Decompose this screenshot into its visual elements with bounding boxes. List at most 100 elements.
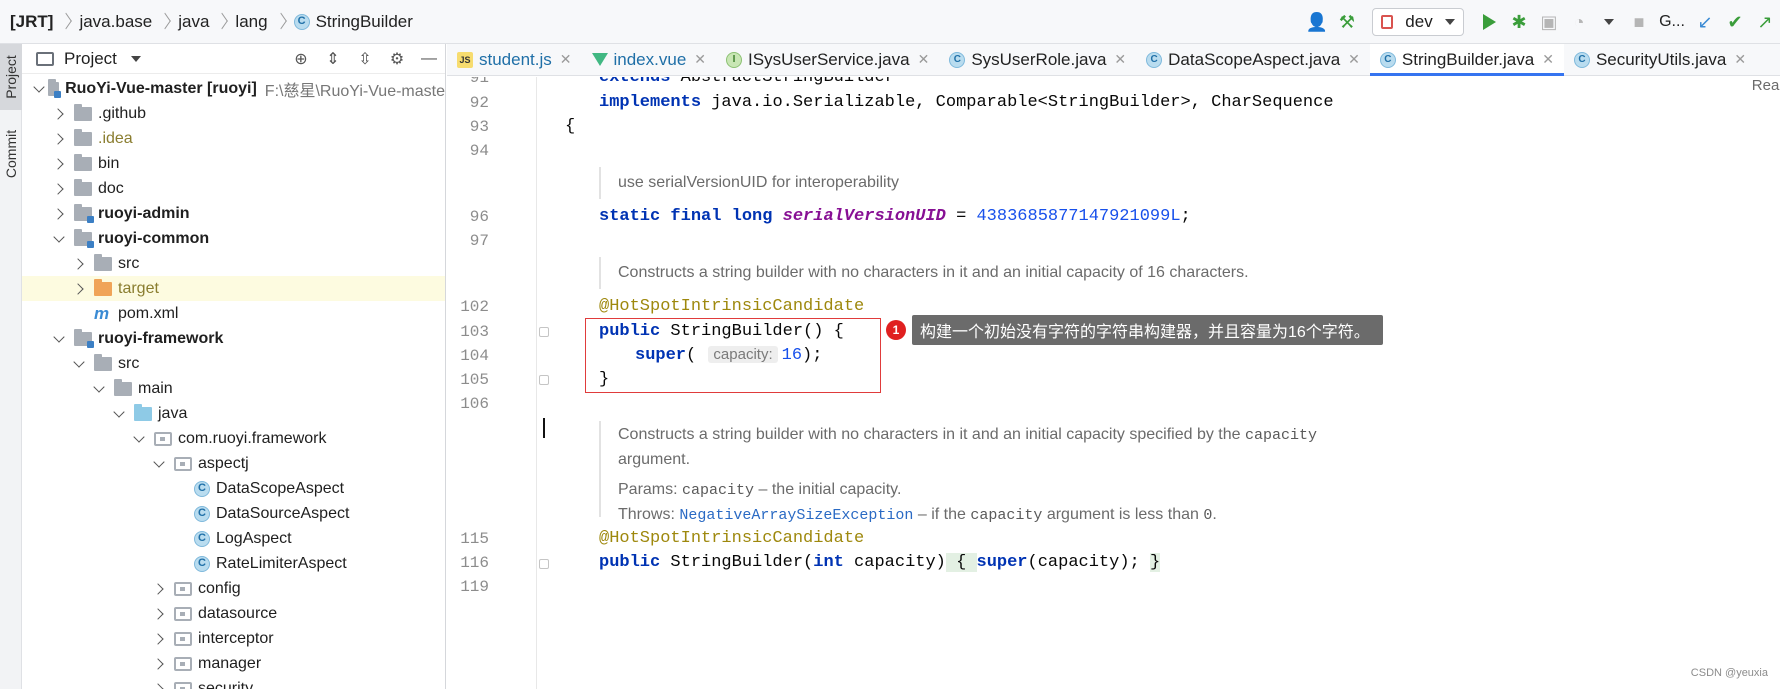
reader-mode-toggle[interactable]: Reade xyxy=(1752,77,1780,94)
tree-node[interactable]: interceptor xyxy=(22,626,445,651)
fold-marker-icon[interactable] xyxy=(539,375,549,385)
tree-node[interactable]: ruoyi-common xyxy=(22,226,445,251)
chevron-down-icon[interactable] xyxy=(52,232,66,246)
tree-node[interactable]: main xyxy=(22,376,445,401)
commit-tool-tab[interactable]: Commit xyxy=(0,116,22,192)
breadcrumb-item-java-base[interactable]: java.base xyxy=(79,12,158,32)
chevron-down-icon[interactable] xyxy=(52,332,66,346)
branch-selector[interactable]: dev xyxy=(1372,8,1464,36)
tree-node[interactable]: C DataSourceAspect xyxy=(22,501,445,526)
chevron-right-icon[interactable] xyxy=(52,132,66,146)
chevron-down-icon[interactable] xyxy=(132,432,146,446)
fold-marker-icon[interactable] xyxy=(539,327,549,337)
tab-sysuserrole[interactable]: C SysUserRole.java ✕ xyxy=(939,44,1136,75)
breadcrumb-item-lang[interactable]: lang xyxy=(235,12,273,32)
doc-link[interactable]: NegativeArraySizeException xyxy=(679,507,913,524)
tree-node[interactable]: src xyxy=(22,251,445,276)
coverage-icon[interactable]: ▣ xyxy=(1534,7,1564,37)
chevron-down-icon[interactable] xyxy=(32,82,40,96)
hide-icon[interactable]: — xyxy=(413,50,445,68)
breadcrumb-item-java[interactable]: java xyxy=(178,12,215,32)
tree-node[interactable]: .idea xyxy=(22,126,445,151)
git-label[interactable]: G... xyxy=(1654,7,1690,37)
tab-stringbuilder[interactable]: C StringBuilder.java ✕ xyxy=(1369,44,1564,76)
chevron-down-icon[interactable] xyxy=(152,457,166,471)
fold-marker-icon[interactable] xyxy=(539,559,549,569)
chevron-right-icon[interactable] xyxy=(72,282,86,296)
tree-node[interactable]: C LogAspect xyxy=(22,526,445,551)
breadcrumb-item-jrt[interactable]: [JRT] xyxy=(10,12,59,32)
doc-text: argument is less than xyxy=(1046,506,1199,523)
chevron-right-icon[interactable] xyxy=(152,582,166,596)
tree-node[interactable]: C RateLimiterAspect xyxy=(22,551,445,576)
chevron-right-icon[interactable] xyxy=(152,682,166,689)
close-icon[interactable]: ✕ xyxy=(918,51,930,68)
locate-icon[interactable]: ⊕ xyxy=(285,49,317,69)
tree-node[interactable]: aspectj xyxy=(22,451,445,476)
tree-node[interactable]: ruoyi-admin xyxy=(22,201,445,226)
chevron-right-icon[interactable] xyxy=(72,257,86,271)
tab-isysuserservice[interactable]: I ISysUserService.java ✕ xyxy=(716,44,939,75)
close-icon[interactable]: ✕ xyxy=(1114,51,1126,68)
close-icon[interactable]: ✕ xyxy=(1348,51,1360,68)
chevron-down-icon[interactable] xyxy=(92,382,106,396)
chevron-down-icon[interactable] xyxy=(72,357,86,371)
chevron-right-icon[interactable] xyxy=(152,632,166,646)
git-push-icon[interactable]: ↗ xyxy=(1750,7,1780,37)
tree-node-path: F:\慈星\RuoYi-Vue-maste xyxy=(264,82,445,100)
collapse-all-icon[interactable]: ⇳ xyxy=(349,49,381,69)
tree-node[interactable]: datasource xyxy=(22,601,445,626)
chevron-down-icon[interactable] xyxy=(112,407,126,421)
tree-node[interactable]: C DataScopeAspect xyxy=(22,476,445,501)
close-icon[interactable]: ✕ xyxy=(694,51,706,68)
chevron-right-icon[interactable] xyxy=(152,607,166,621)
chevron-down-icon[interactable] xyxy=(130,55,141,62)
chevron-right-icon[interactable] xyxy=(52,182,66,196)
close-icon[interactable]: ✕ xyxy=(1734,51,1746,68)
tree-node[interactable]: doc xyxy=(22,176,445,201)
tree-node-label: ruoyi-admin xyxy=(98,204,190,222)
tree-node-label: ruoyi-common xyxy=(98,229,210,247)
code-token: 4383685877147921099L xyxy=(976,207,1181,226)
tree-node[interactable]: src xyxy=(22,351,445,376)
expand-all-icon[interactable]: ⇕ xyxy=(317,49,349,69)
build-hammer-icon[interactable]: ⚒ xyxy=(1332,7,1362,37)
tree-node[interactable]: m pom.xml xyxy=(22,301,445,326)
user-icon[interactable]: 👤 xyxy=(1302,7,1332,37)
code-editor[interactable]: 91 92 93 94 96 97 102 103 104 105 106 11… xyxy=(447,77,1780,689)
tab-student-js[interactable]: JS student.js ✕ xyxy=(447,44,582,75)
tree-node[interactable]: ruoyi-framework xyxy=(22,326,445,351)
tree-node[interactable]: manager xyxy=(22,651,445,676)
tree-node[interactable]: .github xyxy=(22,101,445,126)
tree-node[interactable]: bin xyxy=(22,151,445,176)
tab-securityutils[interactable]: C SecurityUtils.java ✕ xyxy=(1564,44,1756,75)
close-icon[interactable]: ✕ xyxy=(560,51,572,68)
profile-icon[interactable]: ◔ xyxy=(1564,7,1594,37)
run-icon[interactable] xyxy=(1474,7,1504,37)
tree-node-root[interactable]: RuoYi-Vue-master [ruoyi] F:\慈星\RuoYi-Vue… xyxy=(22,76,445,101)
branch-label: dev xyxy=(1405,12,1433,31)
stop-icon[interactable]: ■ xyxy=(1624,7,1654,37)
debug-icon[interactable]: ✱ xyxy=(1504,7,1534,37)
gear-icon[interactable]: ⚙ xyxy=(381,49,413,69)
chevron-right-icon[interactable] xyxy=(52,207,66,221)
chevron-right-icon[interactable] xyxy=(52,157,66,171)
tab-datascopeaspect[interactable]: C DataScopeAspect.java ✕ xyxy=(1136,44,1370,75)
code-line-92: implements java.io.Serializable, Compara… xyxy=(599,93,1334,112)
project-tool-tab[interactable]: Project xyxy=(0,44,22,110)
more-run-options-icon[interactable] xyxy=(1594,7,1624,37)
chevron-right-icon[interactable] xyxy=(152,657,166,671)
tree-node[interactable]: config xyxy=(22,576,445,601)
tree-node[interactable]: security xyxy=(22,676,445,689)
tree-node-label: DataScopeAspect xyxy=(216,479,345,497)
tab-index-vue[interactable]: index.vue ✕ xyxy=(582,44,717,75)
project-panel-title[interactable]: Project xyxy=(64,49,117,69)
git-update-icon[interactable]: ↙ xyxy=(1690,7,1720,37)
close-icon[interactable]: ✕ xyxy=(1542,51,1554,68)
chevron-right-icon[interactable] xyxy=(52,107,66,121)
breadcrumb-item-stringbuilder[interactable]: C StringBuilder xyxy=(293,12,419,32)
tree-node[interactable]: com.ruoyi.framework xyxy=(22,426,445,451)
git-commit-icon[interactable]: ✔ xyxy=(1720,7,1750,37)
tree-node[interactable]: java xyxy=(22,401,445,426)
tree-node[interactable]: target xyxy=(22,276,445,301)
